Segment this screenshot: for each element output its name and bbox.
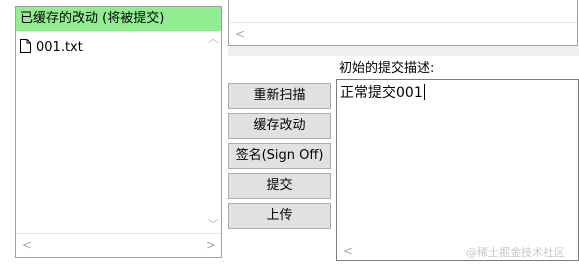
- diff-view: <: [228, 0, 578, 46]
- scroll-down-arrow-icon[interactable]: ﹀: [208, 221, 218, 231]
- scroll-right-arrow-icon[interactable]: >: [206, 239, 216, 251]
- file-icon: [20, 39, 31, 59]
- commit-button[interactable]: 提交: [228, 173, 331, 199]
- commit-message-text: 正常提交001: [340, 85, 423, 101]
- staged-file-name: 001.txt: [36, 40, 83, 55]
- rescan-button[interactable]: 重新扫描: [228, 83, 331, 109]
- diff-horizontal-scrollbar[interactable]: <: [229, 22, 577, 45]
- scroll-left-arrow-icon[interactable]: <: [343, 245, 353, 257]
- commit-message-text-wrapper: 正常提交001: [340, 84, 425, 102]
- text-caret: [423, 84, 425, 100]
- staged-changes-panel: 已缓存的改动 (将被提交) 001.txt ︿ ﹀ < >: [15, 6, 222, 258]
- pane-divider[interactable]: [228, 46, 579, 56]
- push-button[interactable]: 上传: [228, 203, 331, 229]
- commit-message-input[interactable]: 正常提交001 <: [336, 79, 579, 261]
- staged-horizontal-scrollbar[interactable]: < >: [16, 233, 221, 257]
- watermark: @稀土掘金技术社区: [466, 246, 565, 259]
- stage-changed-button[interactable]: 缓存改动: [228, 113, 331, 139]
- scroll-left-arrow-icon[interactable]: <: [22, 239, 32, 251]
- staged-changes-header: 已缓存的改动 (将被提交): [16, 7, 221, 31]
- scroll-up-arrow-icon[interactable]: ︿: [208, 35, 218, 45]
- scroll-left-arrow-icon[interactable]: <: [235, 28, 245, 40]
- staged-file-item[interactable]: 001.txt: [20, 39, 83, 57]
- sign-off-button[interactable]: 签名(Sign Off): [228, 143, 331, 169]
- commit-message-label: 初始的提交描述:: [339, 61, 435, 76]
- staged-vertical-scrollbar[interactable]: ︿ ﹀: [204, 31, 221, 233]
